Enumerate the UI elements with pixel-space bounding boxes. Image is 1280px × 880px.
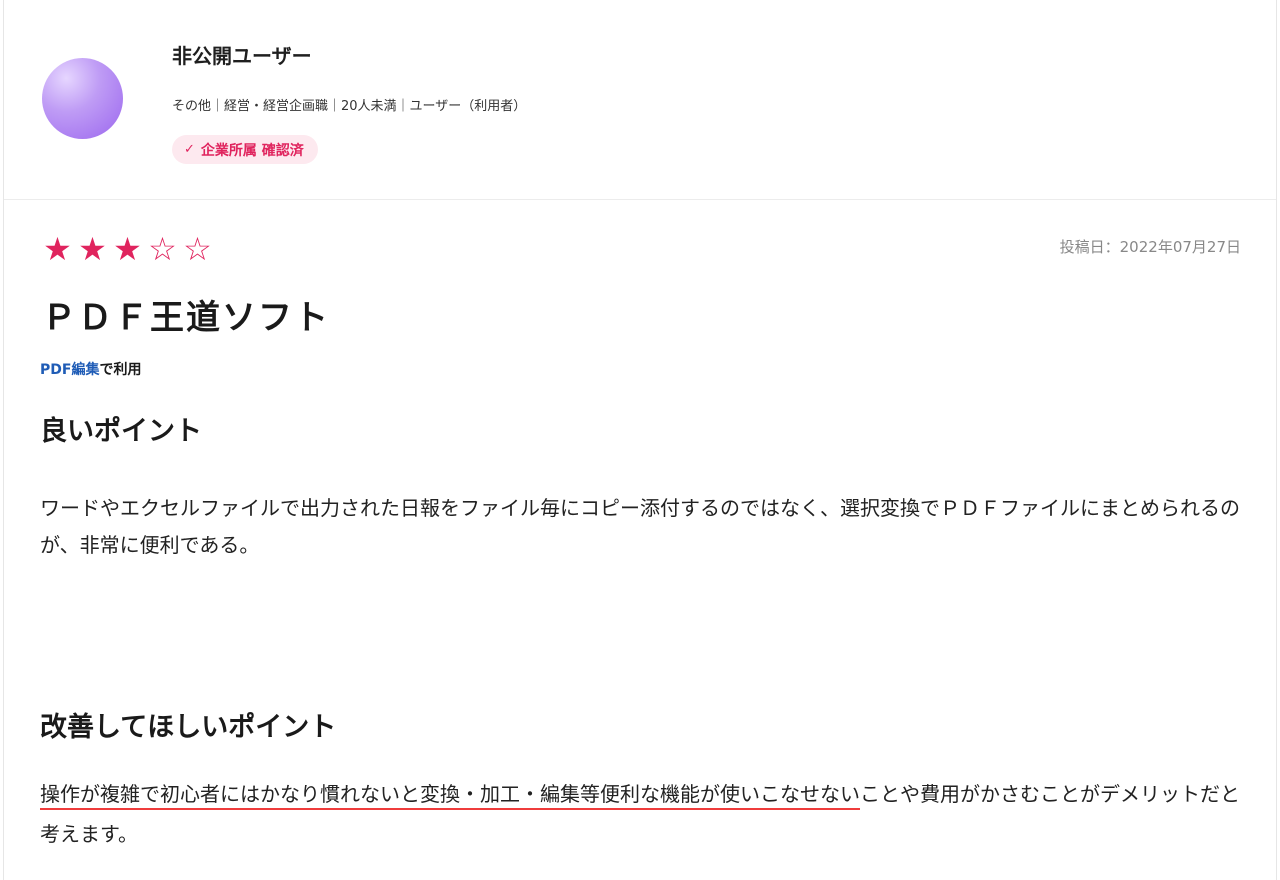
star-filled-icon: ★ bbox=[113, 230, 142, 268]
verified-badge: ✓ 企業所属 確認済 bbox=[172, 135, 318, 164]
reviewer-header: 非公開ユーザー その他｜経営・経営企画職｜20人未満｜ユーザー（利用者） ✓ 企… bbox=[4, 0, 1276, 200]
usage-line: PDF編集で利用 bbox=[40, 359, 141, 379]
improvement-points-text: 操作が複雑で初心者にはかなり慣れないと変換・加工・編集等便利な機能が使いこなせな… bbox=[40, 774, 1250, 854]
star-rating: ★ ★ ★ ☆ ☆ bbox=[40, 231, 215, 267]
improvement-points-heading: 改善してほしいポイント bbox=[40, 712, 337, 743]
verified-badge-label: 企業所属 確認済 bbox=[200, 142, 304, 159]
highlighted-text: 操作が複雑で初心者にはかなり慣れないと変換・加工・編集等便利な機能が使いこなせな… bbox=[40, 782, 860, 806]
star-filled-icon: ★ bbox=[78, 230, 107, 268]
good-points-text: ワードやエクセルファイルで出力された日報をファイル毎にコピー添付するのではなく、… bbox=[40, 496, 1240, 557]
star-empty-icon: ☆ bbox=[148, 230, 177, 268]
usage-category-link[interactable]: PDF編集 bbox=[40, 362, 99, 378]
review-title: ＰＤＦ王道ソフト bbox=[42, 298, 330, 338]
good-points-heading: 良いポイント bbox=[40, 416, 202, 447]
star-empty-icon: ☆ bbox=[183, 230, 212, 268]
usage-suffix: で利用 bbox=[99, 362, 142, 378]
reviewer-meta: その他｜経営・経営企画職｜20人未満｜ユーザー（利用者） bbox=[172, 99, 527, 114]
review-card: 非公開ユーザー その他｜経営・経営企画職｜20人未満｜ユーザー（利用者） ✓ 企… bbox=[3, 0, 1277, 880]
check-icon: ✓ bbox=[184, 142, 195, 157]
post-date: 投稿日：2022年07月27日 bbox=[1059, 238, 1241, 256]
avatar bbox=[42, 58, 123, 139]
reviewer-name: 非公開ユーザー bbox=[172, 44, 312, 68]
star-filled-icon: ★ bbox=[43, 230, 72, 268]
